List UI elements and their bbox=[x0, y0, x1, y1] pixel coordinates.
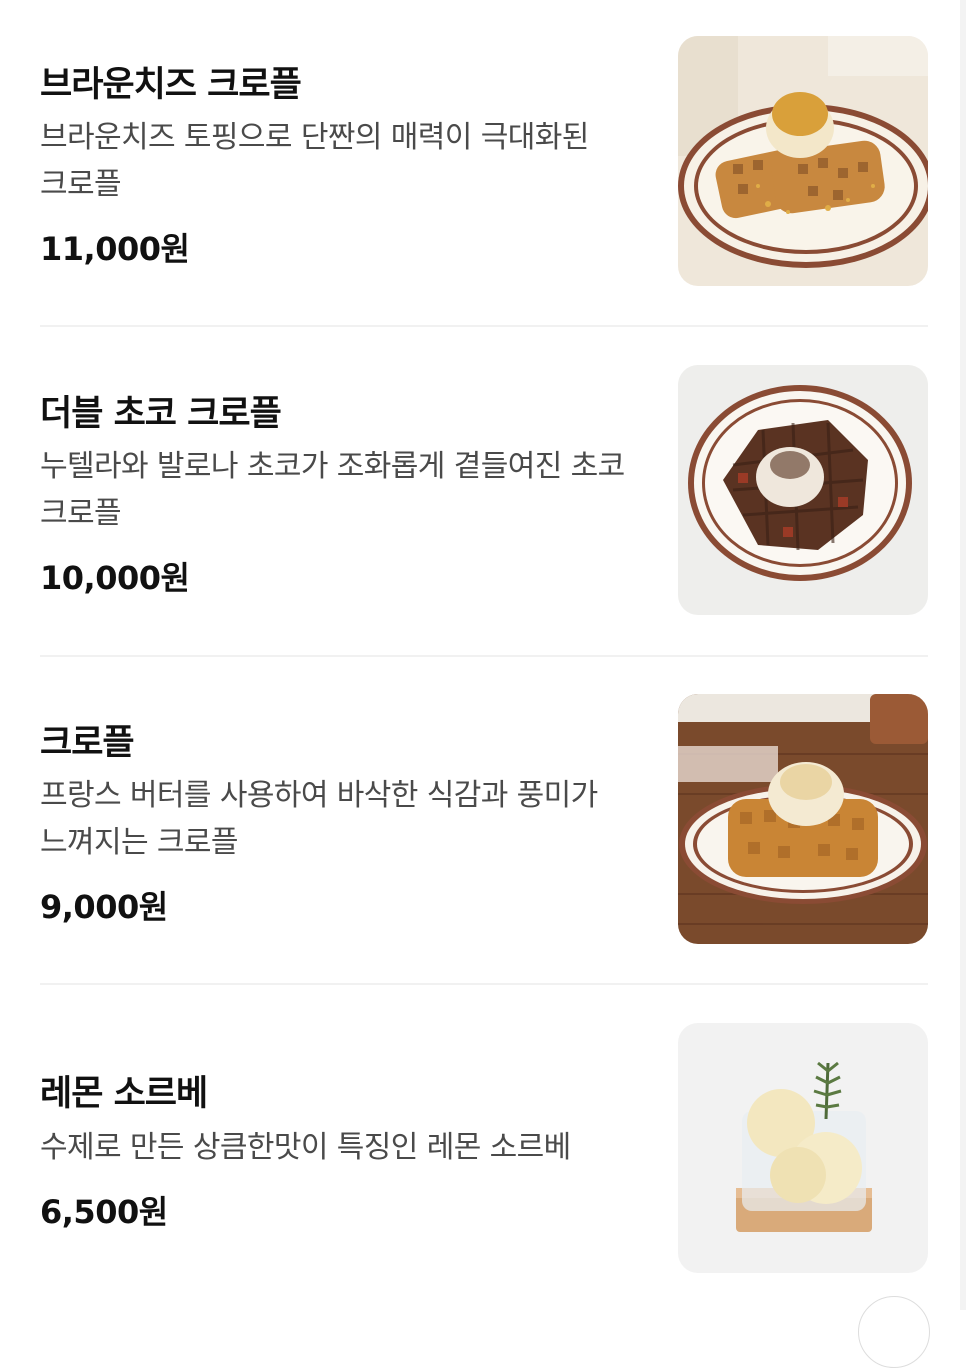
menu-item-description: 수제로 만든 상큼한맛이 특징인 레몬 소르베 bbox=[40, 1130, 571, 1165]
menu-item-price: 9,000원 bbox=[40, 888, 168, 926]
menu-item-name: 크로플 bbox=[40, 723, 135, 763]
menu-item-price: 6,500원 bbox=[40, 1193, 168, 1231]
floating-button-edge[interactable] bbox=[858, 1296, 930, 1368]
menu-item-text: 브라운치즈 크로플 브라운치즈 토핑으로 단짠의 매력이 극대화된 크로플 11… bbox=[40, 36, 640, 286]
menu-item-photo-croffle[interactable] bbox=[678, 694, 928, 944]
brown-cheese-croffle-image bbox=[678, 36, 928, 286]
menu-item-text: 레몬 소르베 수제로 만든 상큼한맛이 특징인 레몬 소르베 6,500원 bbox=[40, 1023, 640, 1273]
lemon-sorbet-image bbox=[678, 1023, 928, 1273]
menu-item-photo-brown-cheese-croffle[interactable] bbox=[678, 36, 928, 286]
menu-item-text: 더블 초코 크로플 누텔라와 발로나 초코가 조화롭게 곁들여진 초코 크로플 … bbox=[40, 365, 640, 615]
menu-item-croffle[interactable]: 크로플 프랑스 버터를 사용하여 바삭한 식감과 풍미가 느껴지는 크로플 9,… bbox=[40, 694, 928, 944]
menu-item-description: 누텔라와 발로나 초코가 조화롭게 곁들여진 초코 크로플 bbox=[40, 449, 625, 531]
menu-item-double-choco-croffle[interactable]: 더블 초코 크로플 누텔라와 발로나 초코가 조화롭게 곁들여진 초코 크로플 … bbox=[40, 365, 928, 615]
item-divider bbox=[40, 325, 928, 327]
croffle-image bbox=[678, 694, 928, 944]
menu-item-photo-lemon-sorbet[interactable] bbox=[678, 1023, 928, 1273]
menu-item-name: 브라운치즈 크로플 bbox=[40, 65, 302, 105]
menu-item-name: 더블 초코 크로플 bbox=[40, 394, 282, 434]
menu-item-price: 10,000원 bbox=[40, 559, 190, 597]
scrollbar-track bbox=[960, 0, 966, 1310]
menu-item-brown-cheese-croffle[interactable]: 브라운치즈 크로플 브라운치즈 토핑으로 단짠의 매력이 극대화된 크로플 11… bbox=[40, 36, 928, 286]
menu-item-name: 레몬 소르베 bbox=[40, 1074, 208, 1114]
item-divider bbox=[40, 655, 928, 657]
menu-item-description: 브라운치즈 토핑으로 단짠의 매력이 극대화된 크로플 bbox=[40, 120, 589, 202]
menu-item-description: 프랑스 버터를 사용하여 바삭한 식감과 풍미가 느껴지는 크로플 bbox=[40, 778, 598, 860]
menu-item-photo-double-choco-croffle[interactable] bbox=[678, 365, 928, 615]
menu-item-text: 크로플 프랑스 버터를 사용하여 바삭한 식감과 풍미가 느껴지는 크로플 9,… bbox=[40, 694, 640, 944]
item-divider bbox=[40, 983, 928, 985]
menu-item-price: 11,000원 bbox=[40, 230, 190, 268]
double-choco-croffle-image bbox=[678, 365, 928, 615]
menu-item-lemon-sorbet[interactable]: 레몬 소르베 수제로 만든 상큼한맛이 특징인 레몬 소르베 6,500원 bbox=[40, 1023, 928, 1273]
